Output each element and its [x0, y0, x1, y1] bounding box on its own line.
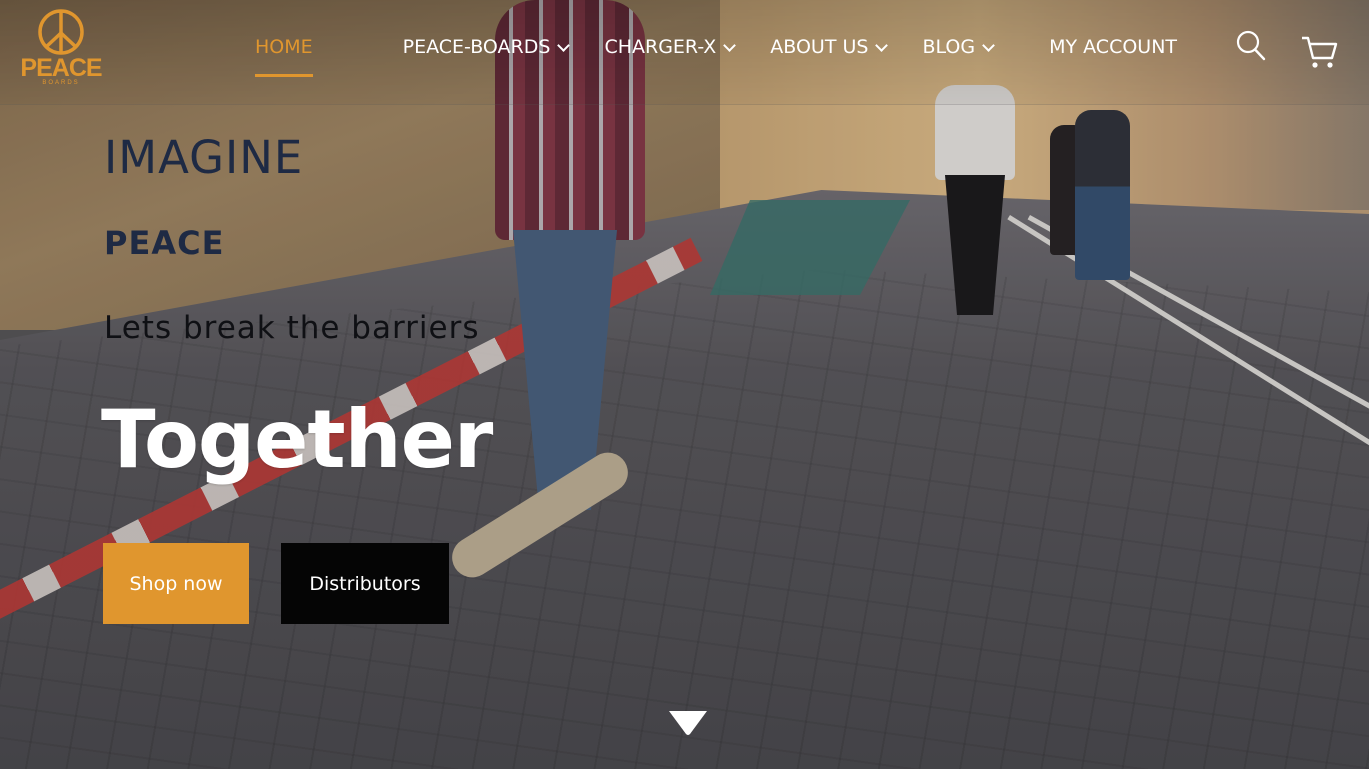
nav-item-label: CHARGER-X: [604, 36, 717, 58]
distributors-button[interactable]: Distributors: [281, 543, 449, 624]
nav-item-label: MY ACCOUNT: [1049, 36, 1178, 58]
shop-now-button[interactable]: Shop now: [103, 543, 249, 624]
nav-item-my-account[interactable]: MY ACCOUNT: [1049, 36, 1177, 58]
chevron-down-icon: [982, 39, 995, 52]
hero-line-imagine: IMAGINE: [104, 131, 304, 184]
brand-logo[interactable]: PEACE BOARDS: [18, 8, 104, 100]
chevron-down-icon: [875, 39, 889, 52]
main-nav: HOME PEACE-BOARDS CHARGER-X ABOUT US BLO…: [255, 36, 1213, 77]
nav-home-wrap: HOME: [255, 36, 349, 77]
background-overlay: [0, 0, 1369, 769]
hero-headline: Together: [101, 393, 493, 486]
chevron-down-icon: [557, 39, 571, 52]
nav-item-label: HOME: [255, 36, 313, 58]
site-header: PEACE BOARDS HOME PEACE-BOARDS CHARGER-X…: [0, 0, 1369, 105]
active-indicator: [255, 74, 313, 77]
search-icon[interactable]: [1236, 30, 1266, 62]
nav-item-about-us[interactable]: ABOUT US: [770, 36, 889, 58]
hero-tagline: Lets break the barriers: [104, 310, 480, 346]
nav-item-label: BLOG: [922, 36, 976, 58]
nav-item-blog[interactable]: BLOG: [922, 36, 995, 58]
chevron-down-icon[interactable]: [668, 710, 708, 736]
chevron-down-icon: [723, 39, 737, 52]
brand-name: PEACE: [20, 54, 102, 82]
hero-background: [0, 0, 1369, 769]
nav-item-home[interactable]: HOME: [255, 36, 313, 58]
shop-now-label: Shop now: [129, 572, 223, 595]
distributors-label: Distributors: [309, 572, 421, 595]
cart-icon[interactable]: [1300, 34, 1338, 70]
nav-item-label: PEACE-BOARDS: [402, 36, 551, 58]
nav-item-charger-x[interactable]: CHARGER-X: [604, 36, 737, 58]
hero-line-peace: PEACE: [104, 224, 225, 262]
nav-item-peace-boards[interactable]: PEACE-BOARDS: [402, 36, 571, 58]
peace-sign-icon: [38, 9, 84, 55]
nav-item-label: ABOUT US: [770, 36, 869, 58]
